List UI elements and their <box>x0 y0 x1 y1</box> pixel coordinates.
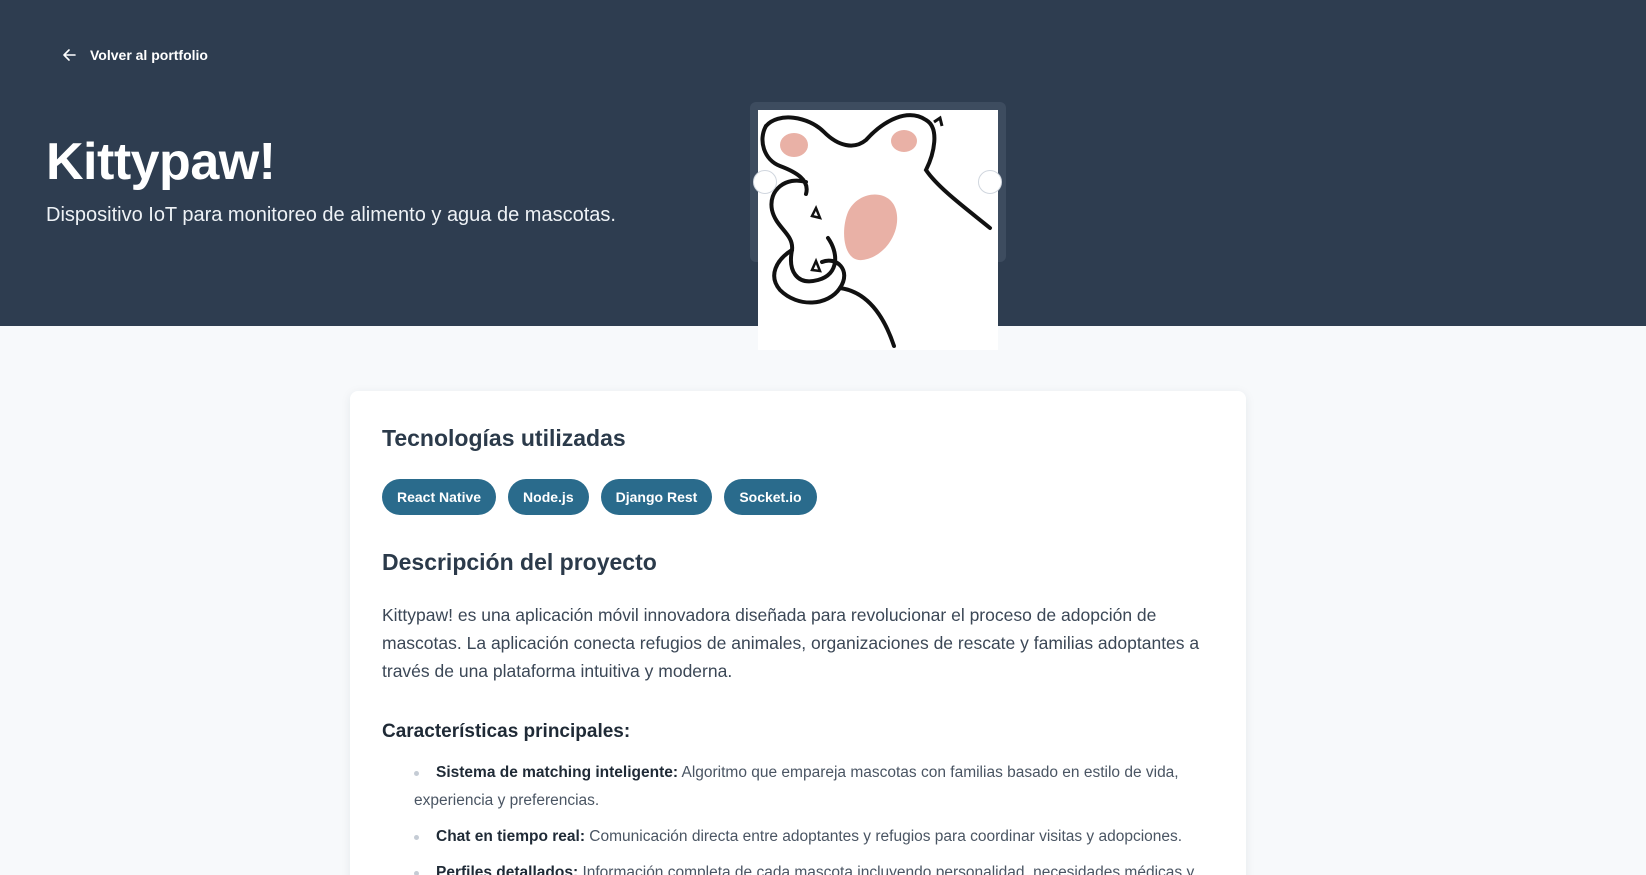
list-item: Perfiles detallados: Información complet… <box>414 859 1214 875</box>
project-title: Kittypaw! <box>46 133 276 191</box>
bullet-icon <box>414 771 419 776</box>
bullet-icon <box>414 835 419 840</box>
features-heading: Características principales: <box>382 721 631 742</box>
back-to-portfolio-link[interactable]: Volver al portfolio <box>62 47 208 63</box>
feature-name: Chat en tiempo real: <box>436 828 585 845</box>
technology-chip: React Native <box>382 479 497 515</box>
technology-chip: Socket.io <box>724 479 817 515</box>
technology-chip: Node.js <box>508 479 589 515</box>
back-link-label: Volver al portfolio <box>90 47 208 63</box>
feature-text: Información completa de cada mascota inc… <box>578 864 1195 875</box>
carousel-next-dot[interactable] <box>978 170 1002 194</box>
feature-name: Perfiles detallados: <box>436 864 579 875</box>
bullet-icon <box>414 871 419 875</box>
cat-paw-illustration <box>760 113 992 348</box>
project-image <box>758 110 998 350</box>
technology-chip: Django Rest <box>600 479 713 515</box>
feature-text: Algoritmo que empareja mascotas con fami… <box>678 764 1179 781</box>
feature-name: Sistema de matching inteligente: <box>436 764 679 781</box>
feature-text-continued: experiencia y preferencias. <box>414 792 600 809</box>
project-details-card: Tecnologías utilizadas React Native Node… <box>350 391 1246 875</box>
arrow-left-icon <box>62 48 76 62</box>
technology-chip-list: React Native Node.js Django Rest Socket.… <box>382 479 817 515</box>
feature-list: Sistema de matching inteligente: Algorit… <box>414 759 1214 875</box>
technologies-heading: Tecnologías utilizadas <box>382 425 626 451</box>
project-subtitle: Dispositivo IoT para monitoreo de alimen… <box>46 204 616 226</box>
description-heading: Descripción del proyecto <box>382 549 657 575</box>
list-item: Sistema de matching inteligente: Algorit… <box>414 759 1214 815</box>
carousel-prev-dot[interactable] <box>753 170 777 194</box>
description-text: Kittypaw! es una aplicación móvil innova… <box>382 605 1200 681</box>
feature-text: Comunicación directa entre adoptantes y … <box>585 828 1183 845</box>
list-item: Chat en tiempo real: Comunicación direct… <box>414 823 1214 851</box>
